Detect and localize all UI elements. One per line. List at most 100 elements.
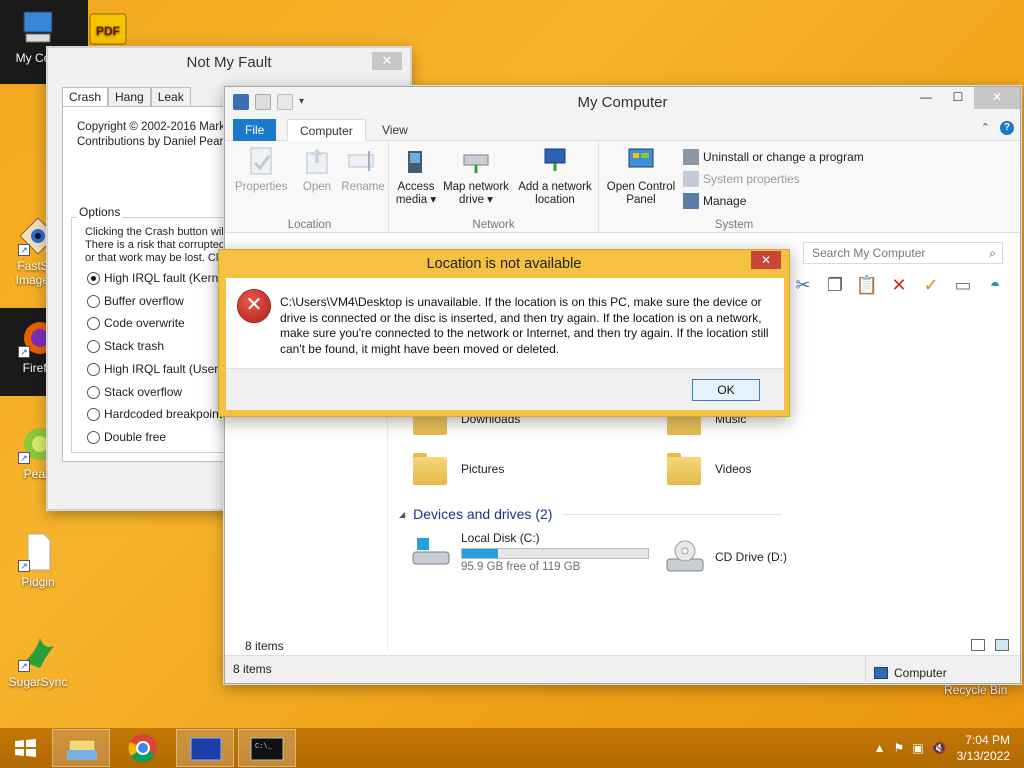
map-drive-label: Map network [443, 181, 509, 193]
radio-hardcoded-breakpoint[interactable]: Hardcoded breakpoint [87, 407, 222, 421]
chrome-icon [128, 734, 157, 763]
taskbar-cmd[interactable]: C:\_ [238, 729, 296, 767]
chevron-up-icon[interactable]: ⌃ [981, 121, 990, 134]
radio-code-overwrite[interactable]: Code overwrite [87, 316, 185, 330]
rename-icon [347, 145, 379, 177]
sysprops-label: System properties [703, 172, 800, 186]
access-media-label: media ▾ [395, 194, 437, 206]
radio-stack-trash[interactable]: Stack trash [87, 339, 164, 353]
error-dialog: Location is not available ✕ ✕ C:\Users\V… [218, 249, 790, 417]
collapse-triangle-icon[interactable]: ◢ [399, 510, 405, 519]
paste-icon[interactable]: 📋 [853, 271, 881, 299]
close-button[interactable]: ✕ [372, 52, 402, 70]
volume-muted-icon[interactable]: 🔇 [932, 741, 947, 755]
media-device-icon [400, 145, 432, 177]
copy-icon[interactable]: ❐ [821, 271, 849, 299]
radio-high-irql-user[interactable]: High IRQL fault (User-mo [87, 362, 239, 376]
drive-cd-d[interactable]: CD Drive (D:) [665, 537, 787, 577]
tray-expand-chevron-icon[interactable]: ▲ [874, 741, 886, 755]
control-panel-label: Panel [626, 194, 656, 206]
radio[interactable] [87, 316, 100, 330]
drive-local-disk-c[interactable]: Local Disk (C:) 95.9 GB free of 119 GB [411, 531, 649, 573]
tab-view[interactable]: View [370, 119, 420, 141]
pictures-folder-icon [411, 449, 451, 489]
ribbon-group-network: Access media ▾ Map network drive ▾ Add a… [389, 141, 599, 233]
window-title: My Computer [577, 94, 668, 111]
devices-section-header[interactable]: ◢ Devices and drives (2) [399, 506, 783, 522]
open-control-panel-button[interactable]: Open Control Panel [603, 145, 679, 207]
tab-crash[interactable]: Crash [62, 87, 109, 107]
desktop-icon-recycle-bin[interactable]: Recycle Bin [944, 683, 1007, 697]
clock[interactable]: 7:04 PM 3/13/2022 [947, 732, 1024, 764]
add-network-location-button[interactable]: Add a network location [515, 145, 595, 207]
group-label: System [714, 219, 754, 231]
desktop-icon-pdf[interactable]: PDF [78, 8, 138, 51]
close-button[interactable]: ✕ [751, 251, 781, 269]
properties-button[interactable]: Properties [235, 145, 287, 194]
taskbar-app-blue[interactable] [176, 729, 234, 767]
delete-icon[interactable]: ✕ [885, 271, 913, 299]
dialog-title: Location is not available [426, 256, 582, 272]
control-panel-label: Open Control [606, 181, 676, 193]
search-input[interactable]: Search My Computer ⌕ [803, 242, 1003, 264]
scissors-icon[interactable]: ✂ [789, 271, 817, 299]
ribbon: Properties Open Rename Location Access m… [225, 141, 1020, 233]
start-button[interactable] [6, 729, 44, 767]
folder-pictures[interactable]: Pictures [411, 449, 504, 489]
ok-button[interactable]: OK [692, 379, 760, 401]
details-view-icon[interactable] [971, 639, 985, 651]
file-explorer-icon [67, 739, 97, 760]
radio-selected[interactable] [87, 271, 100, 285]
radio[interactable] [87, 362, 100, 376]
tab-leak[interactable]: Leak [150, 87, 191, 107]
radio[interactable] [87, 385, 100, 399]
checkmark-icon[interactable]: ✓ [917, 271, 945, 299]
shortcut-arrow-icon: ↗ [18, 660, 30, 672]
taskbar-explorer[interactable] [52, 729, 110, 767]
rename-button[interactable]: Rename [339, 145, 387, 194]
close-button[interactable]: ✕ [974, 87, 1020, 109]
map-network-drive-button[interactable]: Map network drive ▾ [439, 145, 513, 207]
desktop-icon-pidgin[interactable]: ↗ Pidgin [0, 532, 76, 589]
network-drive-icon [460, 145, 492, 177]
taskbar-chrome[interactable] [114, 729, 172, 767]
uninstall-label: Uninstall or change a program [703, 150, 864, 164]
computer-icon [18, 8, 58, 48]
system-properties-button[interactable]: System properties [683, 171, 800, 187]
folder-videos[interactable]: Videos [665, 449, 751, 489]
tab-computer[interactable]: Computer [287, 119, 366, 141]
properties-icon [245, 145, 277, 177]
radio-label: Code overwrite [104, 316, 185, 330]
section-title: Devices and drives (2) [413, 506, 553, 522]
minimize-button[interactable]: — [910, 87, 942, 109]
rename-icon[interactable]: ▭ [949, 271, 977, 299]
radio-label: Buffer overflow [104, 294, 184, 308]
radio[interactable] [87, 294, 100, 308]
radio-buffer-overflow[interactable]: Buffer overflow [87, 294, 184, 308]
command-prompt-icon: C:\_ [250, 737, 284, 761]
tab-hang[interactable]: Hang [108, 87, 151, 107]
tab-file[interactable]: File [233, 119, 277, 141]
group-label: Network [472, 219, 515, 231]
radio-stack-overflow[interactable]: Stack overflow [87, 385, 182, 399]
radio-double-free[interactable]: Double free [87, 430, 166, 444]
large-icons-view-icon[interactable] [995, 639, 1009, 651]
help-icon[interactable]: ? [1000, 121, 1014, 135]
manage-button[interactable]: Manage [683, 193, 746, 209]
ribbon-tabs: File Computer View ⌃ ? [225, 117, 1020, 141]
open-button[interactable]: Open [297, 145, 337, 194]
radio-label: Double free [104, 430, 167, 444]
desktop-icon-sugarsync[interactable]: ↗ SugarSync [0, 632, 76, 689]
access-media-button[interactable]: Access media ▾ [393, 145, 439, 207]
manage-icon [683, 193, 699, 209]
radio[interactable] [87, 407, 100, 421]
folder-label: Pictures [461, 462, 505, 476]
radio[interactable] [87, 339, 100, 353]
maximize-button[interactable]: ☐ [942, 87, 974, 109]
network-icon[interactable]: ▣ [912, 741, 923, 755]
shell-icon[interactable]: ◓ [981, 271, 1009, 299]
radio[interactable] [87, 430, 100, 444]
action-center-flag-icon[interactable]: ⚑ [894, 741, 905, 755]
uninstall-program-button[interactable]: Uninstall or change a program [683, 149, 864, 165]
folder-label: Videos [715, 462, 752, 476]
